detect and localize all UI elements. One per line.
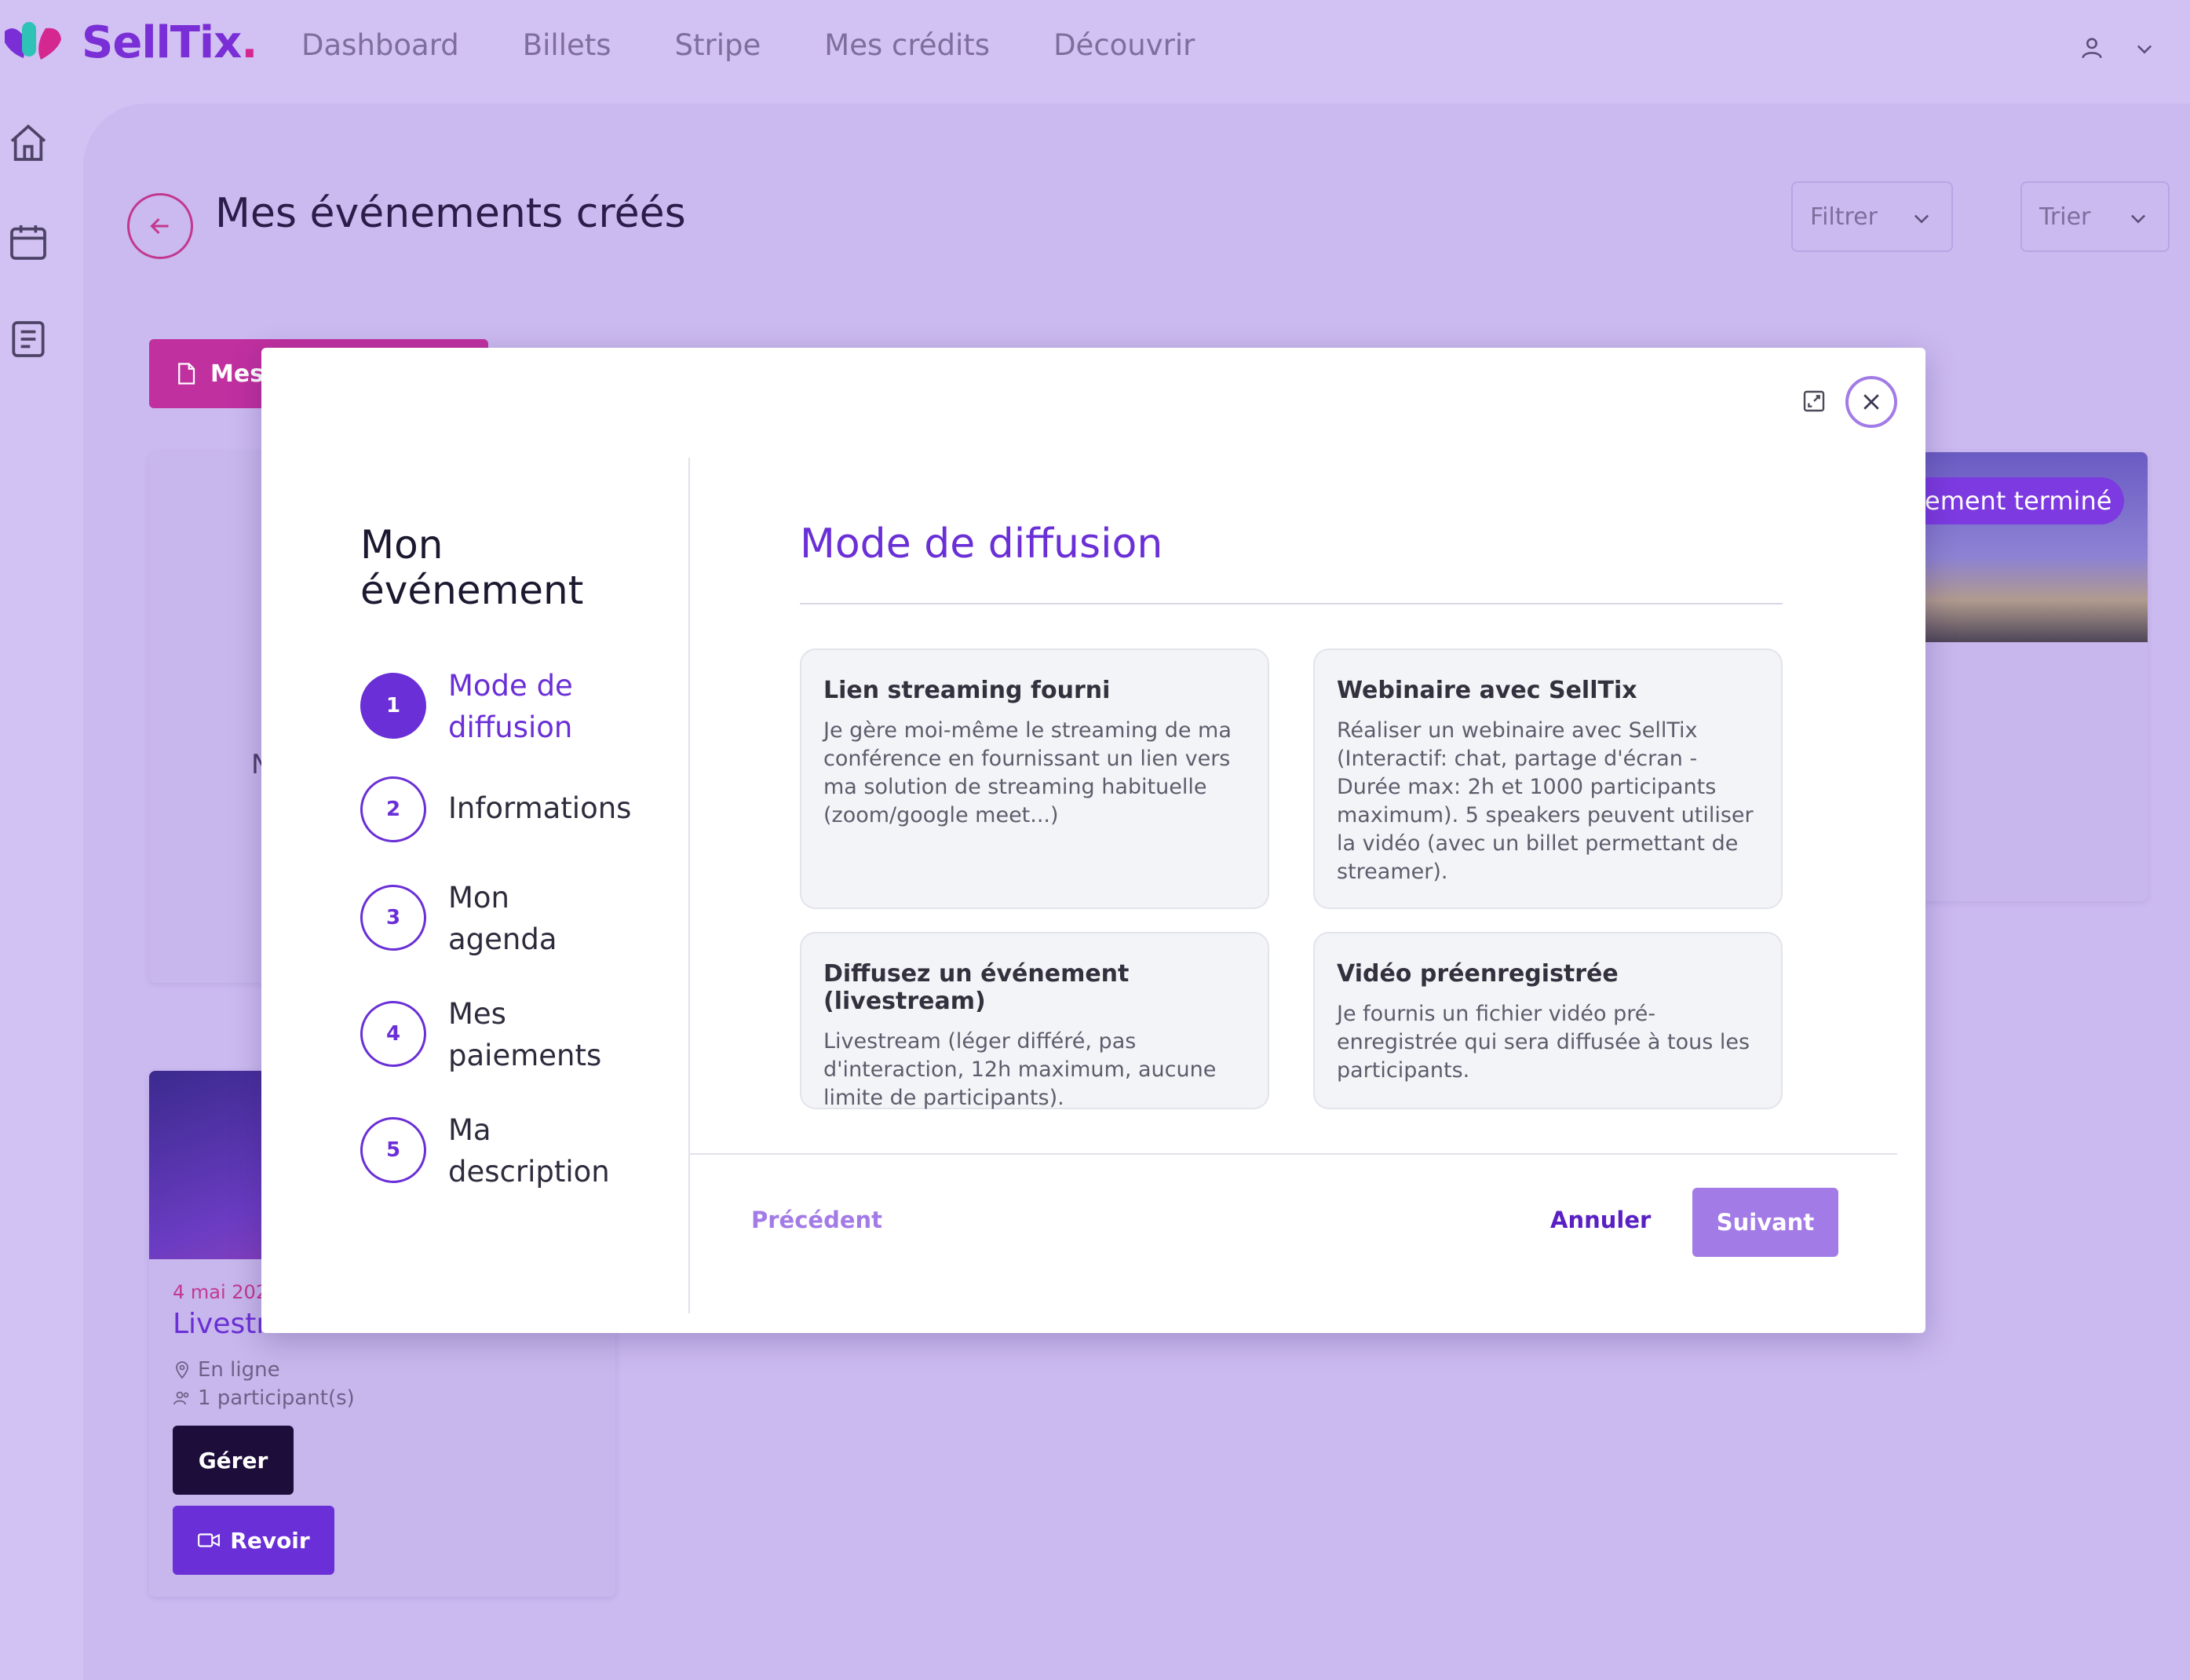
step-number: 3 xyxy=(360,885,426,951)
expand-icon[interactable] xyxy=(1801,389,1827,414)
event-location: En ligne xyxy=(173,1358,280,1382)
main-nav: Dashboard Billets Stripe Mes crédits Déc… xyxy=(301,28,1195,62)
option-description: Réaliser un webinaire avec SellTix (Inte… xyxy=(1337,718,1754,884)
option-title: Diffusez un événement (livestream) xyxy=(823,960,1130,1015)
option-lien-streaming[interactable]: Lien streaming fourni Je gère moi-même l… xyxy=(800,648,1269,909)
step-label: Mes paiements xyxy=(448,997,602,1072)
cancel-button[interactable]: Annuler xyxy=(1550,1207,1651,1233)
close-icon xyxy=(1863,394,1879,410)
option-title: Vidéo préenregistrée xyxy=(1337,960,1619,988)
divider xyxy=(690,1153,1897,1155)
page-title: Mes événements créés xyxy=(215,190,686,237)
calendar-icon[interactable] xyxy=(6,220,50,264)
chevron-down-icon xyxy=(2130,214,2146,224)
option-title: Lien streaming fourni xyxy=(823,677,1111,704)
document-icon[interactable] xyxy=(6,317,50,361)
top-bar: SellTix. Dashboard Billets Stripe Mes cr… xyxy=(0,0,2190,102)
step-label: Informations xyxy=(448,791,632,825)
export-button-label: Mes xyxy=(210,360,265,388)
section-title: Mode de diffusion xyxy=(800,520,1163,568)
option-description: Je fournis un fichier vidéo pré-enregist… xyxy=(1337,1002,1750,1083)
step-number: 5 xyxy=(360,1117,426,1183)
manage-button[interactable]: Gérer xyxy=(173,1426,294,1495)
location-label: En ligne xyxy=(198,1358,280,1382)
replay-button-label: Revoir xyxy=(230,1527,310,1554)
step-mon-agenda[interactable]: 3 Mon agenda xyxy=(360,881,690,971)
event-participants: 1 participant(s) xyxy=(173,1386,355,1410)
option-description: Livestream (léger différé, pas d'interac… xyxy=(823,1029,1217,1110)
back-button[interactable] xyxy=(127,193,193,259)
chevron-down-icon[interactable] xyxy=(2133,38,2155,60)
nav-stripe[interactable]: Stripe xyxy=(675,28,761,62)
event-date: 4 mai 202 xyxy=(173,1281,268,1303)
logo-text[interactable]: SellTix. xyxy=(82,17,258,68)
nav-decouvrir[interactable]: Découvrir xyxy=(1053,28,1195,62)
option-webinaire[interactable]: Webinaire avec SellTix Réaliser un webin… xyxy=(1313,648,1783,909)
logo-icon[interactable] xyxy=(0,19,64,71)
step-mes-paiements[interactable]: 4 Mes paiements xyxy=(360,997,690,1087)
participants-label: 1 participant(s) xyxy=(198,1386,355,1410)
chevron-down-icon xyxy=(1914,214,1929,224)
previous-button[interactable]: Précédent xyxy=(751,1207,882,1233)
video-icon xyxy=(198,1533,221,1547)
nav-billets[interactable]: Billets xyxy=(523,28,611,62)
event-title[interactable]: Livestr xyxy=(173,1308,268,1340)
step-label: Ma description xyxy=(448,1113,610,1189)
sort-label: Trier xyxy=(2039,203,2091,231)
option-title: Webinaire avec SellTix xyxy=(1337,677,1637,704)
file-pdf-icon xyxy=(178,363,195,385)
divider xyxy=(800,603,1783,604)
step-label: Mon agenda xyxy=(448,881,557,956)
step-ma-description[interactable]: 5 Ma description xyxy=(360,1113,690,1203)
create-event-modal: Mon événement 1 Mode de diffusion 2 Info… xyxy=(261,348,1925,1333)
map-pin-icon xyxy=(176,1361,188,1379)
option-description: Je gère moi-même le streaming de ma conf… xyxy=(823,718,1232,827)
side-rail xyxy=(0,102,55,1680)
step-number: 4 xyxy=(360,1001,426,1067)
step-number: 2 xyxy=(360,776,426,842)
step-mode-de-diffusion[interactable]: 1 Mode de diffusion xyxy=(360,665,690,751)
step-number: 1 xyxy=(360,673,426,739)
arrow-left-icon xyxy=(150,217,169,235)
home-icon[interactable] xyxy=(6,121,50,165)
replay-button[interactable]: Revoir xyxy=(173,1506,334,1575)
next-button[interactable]: Suivant xyxy=(1692,1188,1838,1257)
option-livestream[interactable]: Diffusez un événement (livestream) Lives… xyxy=(800,932,1269,1110)
filter-label: Filtrer xyxy=(1810,203,1878,231)
step-informations[interactable]: 2 Informations xyxy=(360,776,690,863)
user-icon[interactable] xyxy=(2079,35,2105,61)
option-video-preenregistree[interactable]: Vidéo préenregistrée Je fournis un fichi… xyxy=(1313,932,1783,1109)
users-icon xyxy=(173,1391,189,1405)
step-label: Mode de diffusion xyxy=(448,669,573,744)
filter-dropdown[interactable]: Filtrer xyxy=(1791,181,1953,252)
nav-dashboard[interactable]: Dashboard xyxy=(301,28,459,62)
sort-dropdown[interactable]: Trier xyxy=(2020,181,2170,252)
divider xyxy=(688,458,690,1313)
nav-mes-credits[interactable]: Mes crédits xyxy=(824,28,990,62)
close-button[interactable] xyxy=(1845,376,1897,428)
stepper-title: Mon événement xyxy=(360,522,584,613)
